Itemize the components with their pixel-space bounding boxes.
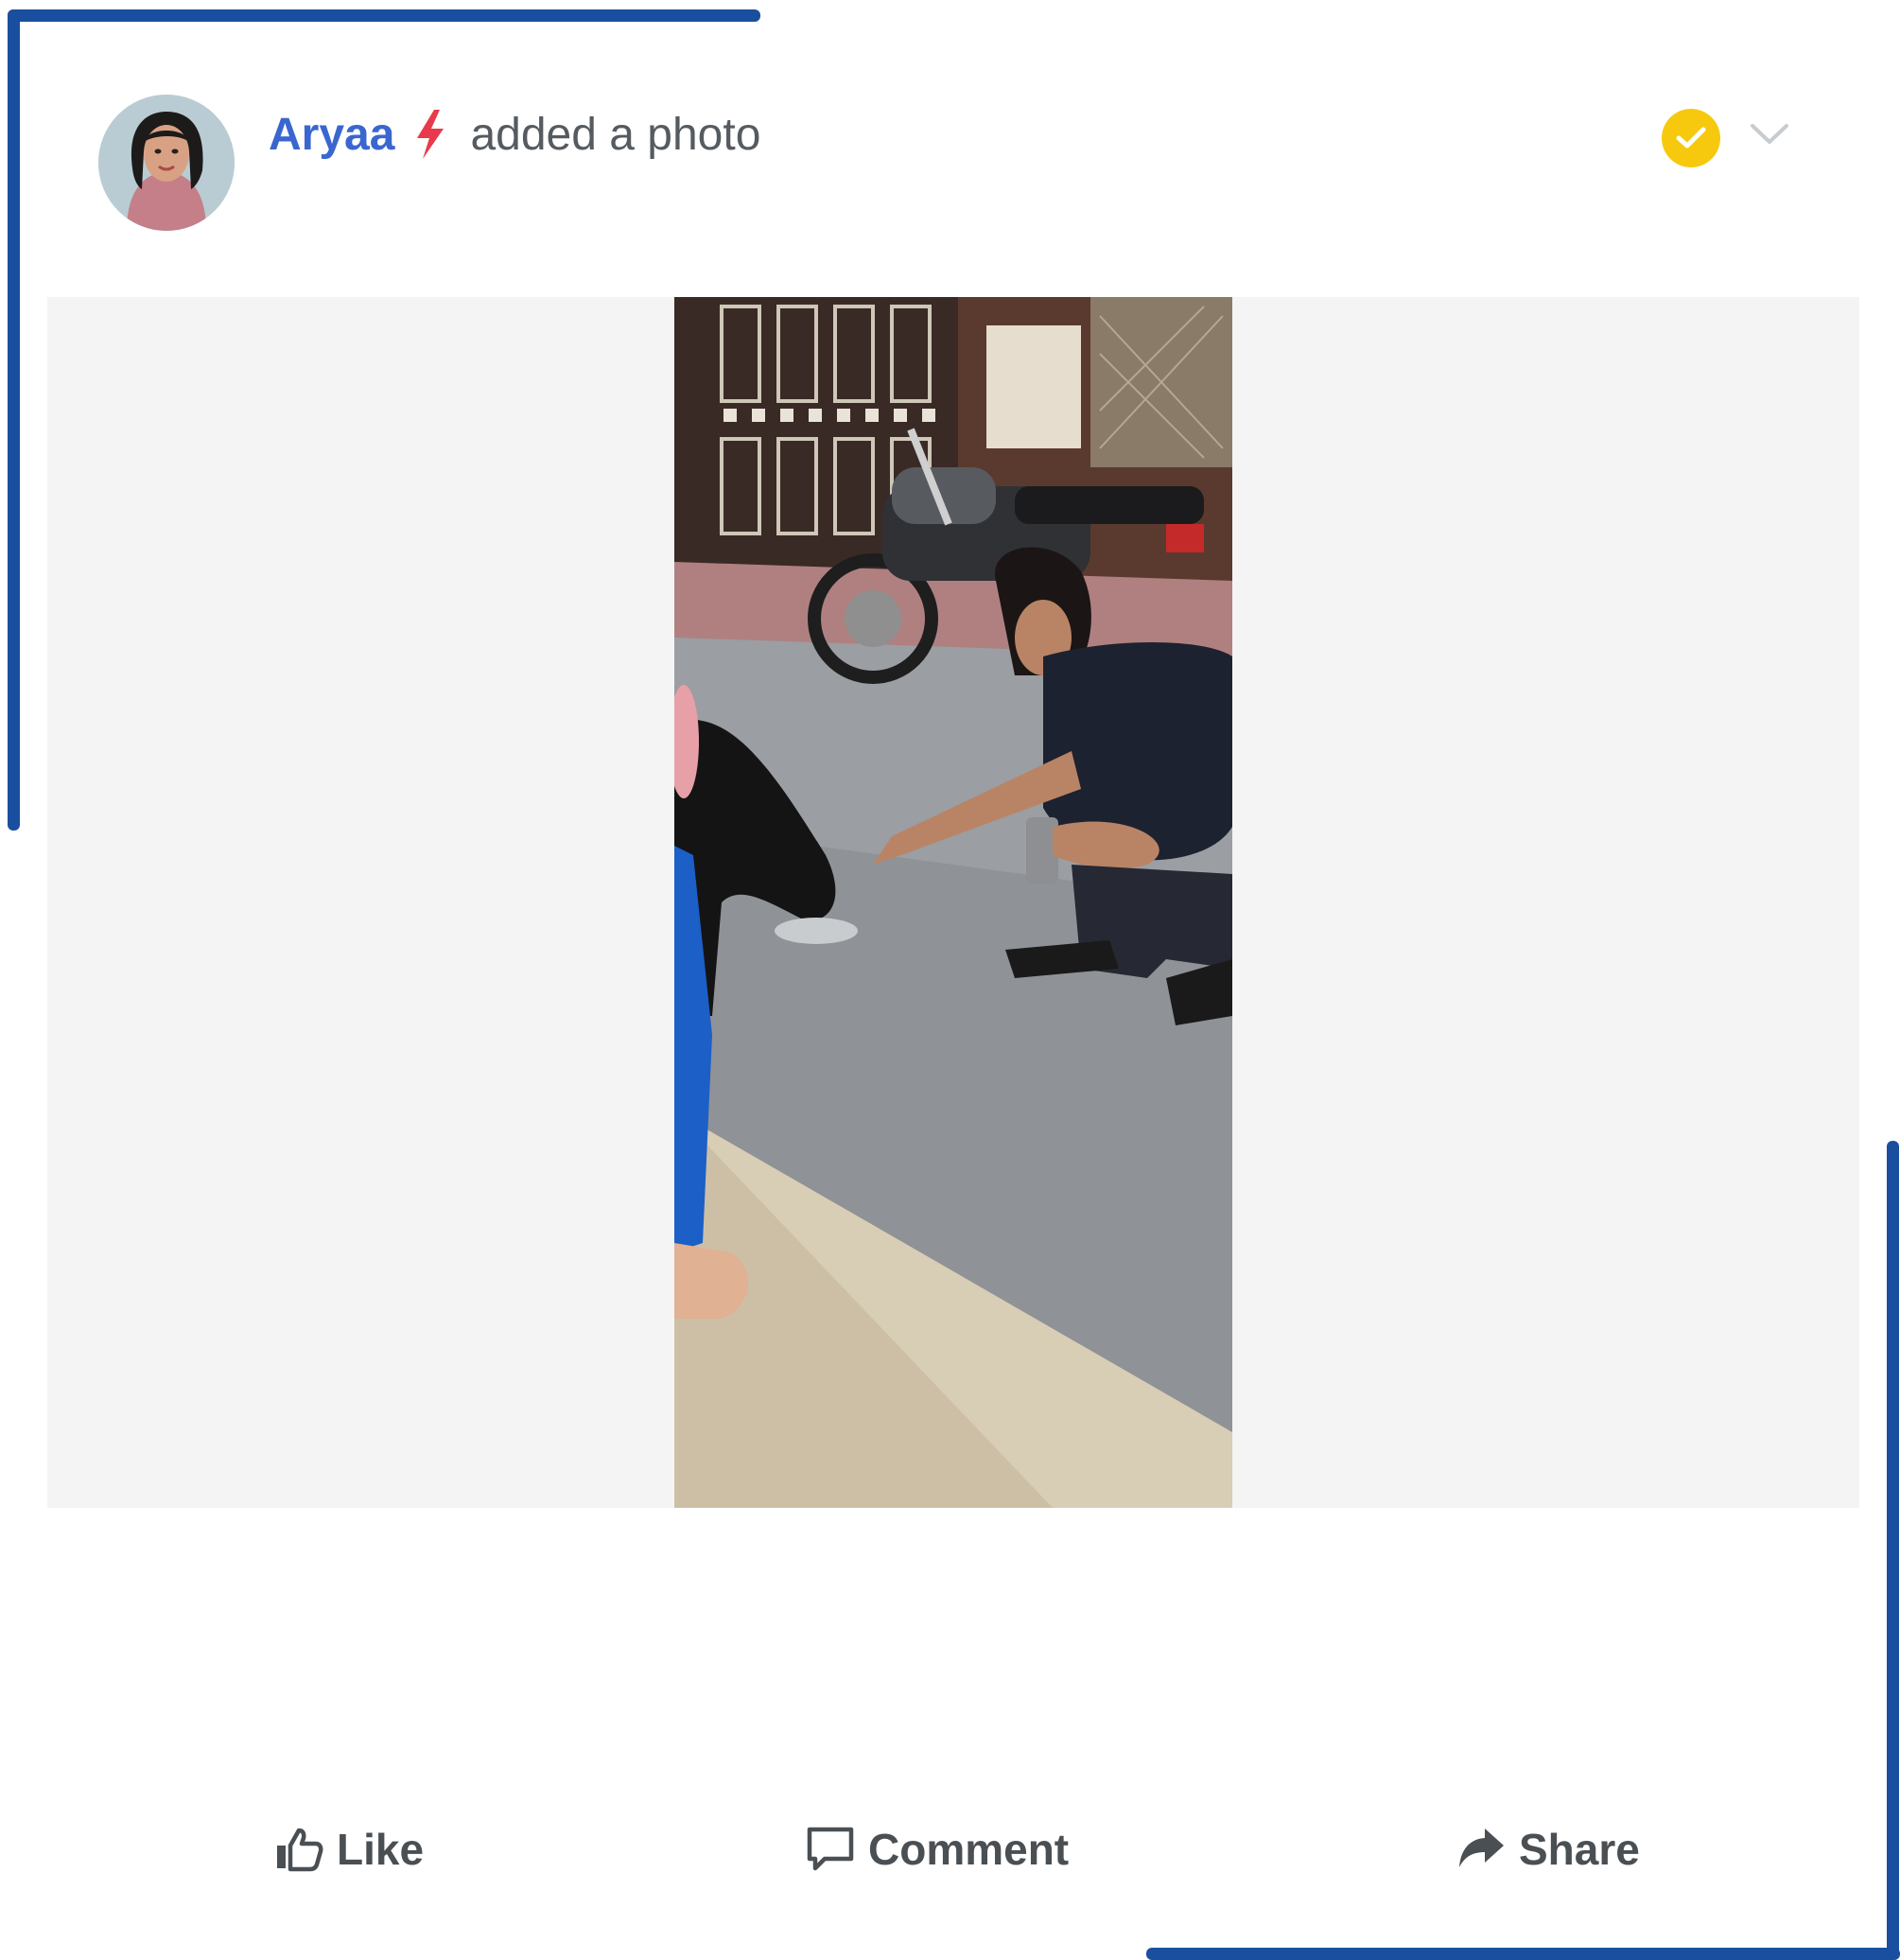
share-arrow-icon bbox=[1456, 1825, 1506, 1874]
check-circle-icon bbox=[1662, 109, 1720, 167]
comment-bubble-icon bbox=[806, 1825, 855, 1874]
like-label: Like bbox=[337, 1825, 425, 1874]
post-photo[interactable] bbox=[674, 297, 1232, 1508]
post-card: Aryaa added a photo Like Comment Share bbox=[0, 0, 1900, 1960]
comment-button[interactable]: Comment bbox=[806, 1811, 1069, 1887]
post-actions: Like Comment Share bbox=[47, 1811, 1859, 1887]
frame-border-left bbox=[8, 9, 20, 831]
comment-label: Comment bbox=[868, 1825, 1070, 1874]
avatar[interactable] bbox=[98, 95, 235, 231]
frame-border-top bbox=[8, 9, 760, 22]
photo-image bbox=[674, 297, 1232, 1508]
author-name[interactable]: Aryaa bbox=[269, 109, 394, 161]
post-action-text: added a photo bbox=[470, 109, 761, 160]
post-media bbox=[47, 297, 1859, 1508]
thumbs-up-icon bbox=[274, 1825, 323, 1874]
frame-border-right bbox=[1887, 1141, 1899, 1960]
chevron-down-icon[interactable] bbox=[1746, 115, 1793, 153]
post-header: Aryaa added a photo bbox=[269, 104, 760, 165]
lightning-bolt-icon bbox=[411, 110, 449, 159]
avatar-image bbox=[98, 95, 235, 231]
frame-border-bottom bbox=[1146, 1948, 1900, 1960]
share-label: Share bbox=[1519, 1825, 1640, 1874]
like-button[interactable]: Like bbox=[274, 1811, 424, 1887]
share-button[interactable]: Share bbox=[1456, 1811, 1640, 1887]
